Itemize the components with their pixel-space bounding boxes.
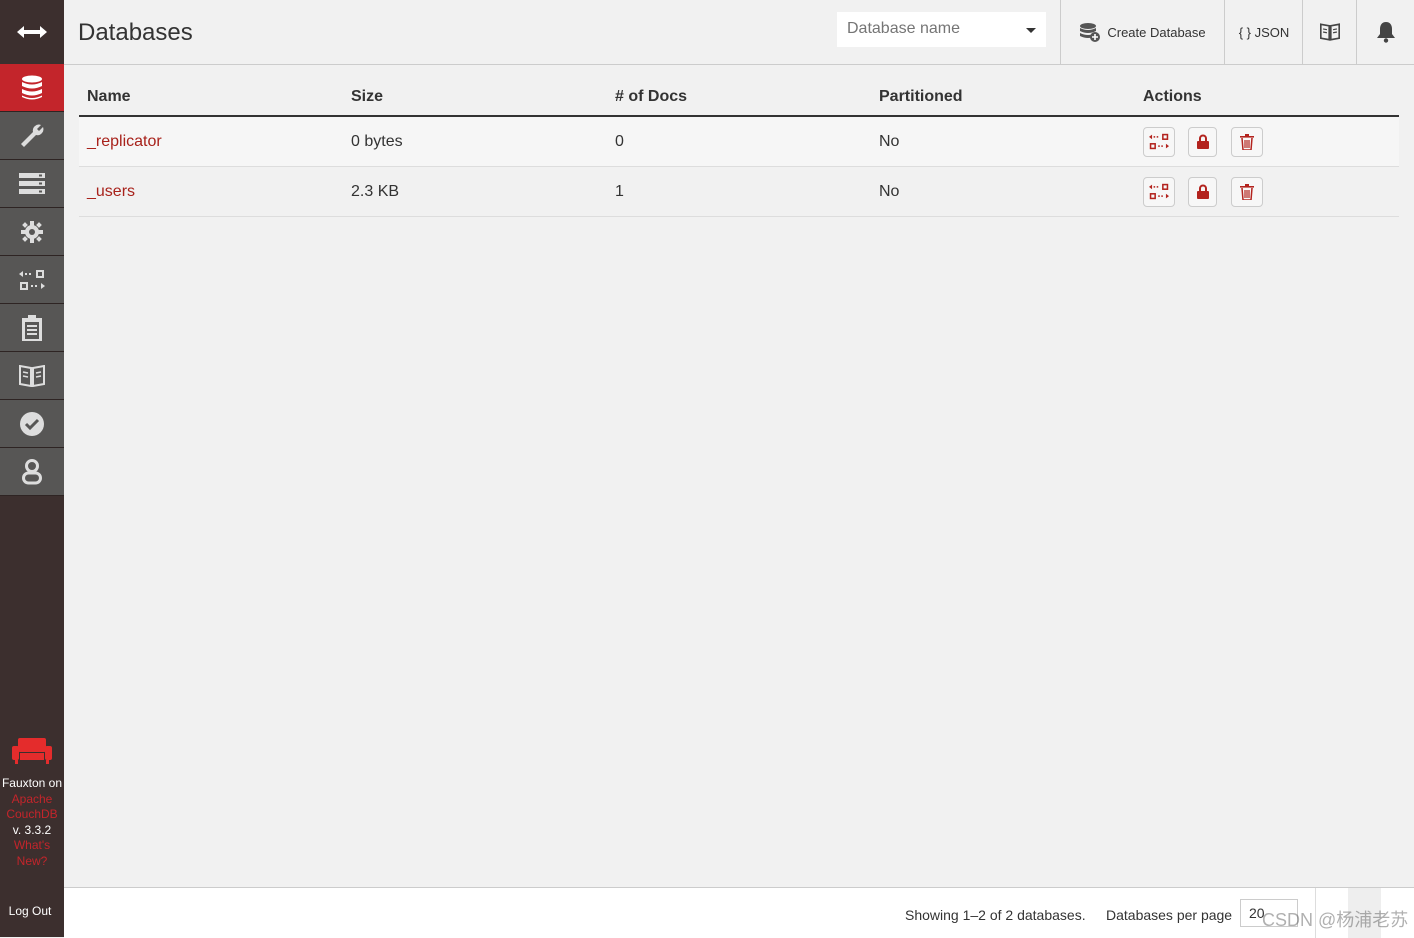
create-database-label: Create Database <box>1107 24 1206 40</box>
sidebar-item-active-tasks[interactable] <box>0 160 64 208</box>
sidebar-item-setup[interactable] <box>0 112 64 160</box>
delete-button[interactable] <box>1230 126 1263 157</box>
actions-cell <box>1135 116 1399 167</box>
size-cell: 0 bytes <box>343 116 607 167</box>
json-button[interactable]: { } JSON <box>1224 0 1303 64</box>
replication-icon <box>1149 183 1169 200</box>
lock-icon <box>1196 134 1209 149</box>
trash-icon <box>1239 133 1254 150</box>
book-icon <box>1320 23 1340 41</box>
lock-icon <box>1196 184 1209 199</box>
bell-icon <box>1377 22 1395 43</box>
brand-block: Fauxton on Apache CouchDB v. 3.3.2 What'… <box>0 738 64 869</box>
sidebar-item-replication[interactable] <box>0 256 64 304</box>
replication-icon <box>19 269 45 290</box>
header: Databases Create Database { } JSON <box>64 0 1414 65</box>
documentation-button[interactable] <box>1302 0 1357 64</box>
apache-link[interactable]: Apache <box>0 792 64 808</box>
delete-button[interactable] <box>1230 176 1263 207</box>
column-header-actions: Actions <box>1135 79 1399 117</box>
wrench-icon <box>21 124 44 147</box>
table-row: _users 2.3 KB 1 No <box>79 166 1399 217</box>
trash-icon <box>1239 183 1254 200</box>
sidebar-item-verify[interactable] <box>0 400 64 448</box>
column-header-size: Size <box>343 79 607 117</box>
book-icon <box>19 364 45 387</box>
sidebar: Fauxton on Apache CouchDB v. 3.3.2 What'… <box>0 0 64 937</box>
replicate-button[interactable] <box>1143 126 1175 157</box>
chevron-down-icon[interactable] <box>1026 28 1036 33</box>
server-icon <box>19 172 45 194</box>
table-header-row: Name Size # of Docs Partitioned Actions <box>79 79 1399 117</box>
database-add-icon <box>1080 23 1101 42</box>
nav-toggle-button[interactable] <box>0 0 64 64</box>
sidebar-item-config[interactable] <box>0 208 64 256</box>
per-page-label: Databases per page <box>1106 907 1233 923</box>
watermark: CSDN @杨浦老苏 <box>1262 910 1409 930</box>
database-search[interactable] <box>837 12 1046 47</box>
whats-link[interactable]: What's <box>0 838 64 854</box>
couch-logo-icon <box>12 738 52 764</box>
logout-button[interactable]: Log Out <box>0 904 60 918</box>
footer: Showing 1–2 of 2 databases. Databases pe… <box>64 887 1414 938</box>
database-name-input[interactable] <box>837 12 1027 45</box>
pagination-summary: Showing 1–2 of 2 databases. <box>905 907 1086 923</box>
permissions-button[interactable] <box>1188 176 1218 207</box>
databases-table: Name Size # of Docs Partitioned Actions … <box>79 79 1399 217</box>
replication-icon <box>1149 133 1169 150</box>
gear-icon <box>21 220 43 243</box>
clipboard-icon <box>22 314 42 341</box>
column-header-docs: # of Docs <box>607 79 871 117</box>
couchdb-link[interactable]: CouchDB <box>0 807 64 823</box>
database-icon <box>22 75 42 99</box>
check-circle-icon <box>20 411 44 436</box>
docs-cell: 1 <box>607 166 871 217</box>
column-header-name: Name <box>79 79 343 117</box>
sidebar-item-databases[interactable] <box>0 64 64 112</box>
sidebar-item-logs[interactable] <box>0 304 64 352</box>
partitioned-cell: No <box>871 166 1135 217</box>
brand-text: Fauxton on <box>1 776 63 790</box>
database-link[interactable]: _users <box>87 183 135 200</box>
user-icon <box>22 458 42 484</box>
size-cell: 2.3 KB <box>343 166 607 217</box>
create-database-button[interactable]: Create Database <box>1060 0 1225 64</box>
double-arrow-icon <box>17 26 47 38</box>
page-title: Databases <box>78 19 193 46</box>
sidebar-item-user[interactable] <box>0 448 64 496</box>
column-header-partitioned: Partitioned <box>871 79 1135 117</box>
sidebar-item-documentation[interactable] <box>0 352 64 400</box>
partitioned-cell: No <box>871 116 1135 167</box>
actions-cell <box>1135 166 1399 217</box>
json-label: { } JSON <box>1238 24 1290 40</box>
permissions-button[interactable] <box>1188 126 1218 157</box>
new-link[interactable]: New? <box>0 854 64 870</box>
replicate-button[interactable] <box>1143 176 1175 207</box>
docs-cell: 0 <box>607 116 871 167</box>
database-link[interactable]: _replicator <box>87 133 162 150</box>
table-row: _replicator 0 bytes 0 No <box>79 116 1399 167</box>
notifications-button[interactable] <box>1356 0 1414 64</box>
version-text: v. 3.3.2 <box>12 822 52 837</box>
